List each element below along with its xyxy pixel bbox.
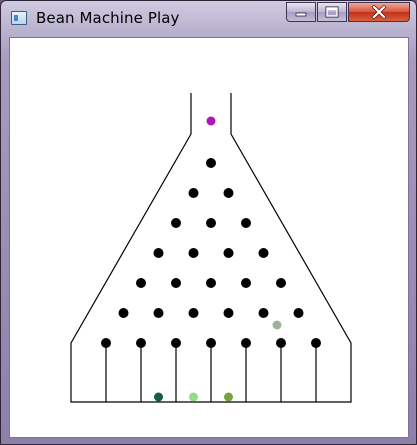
peg xyxy=(171,338,181,348)
peg xyxy=(241,338,251,348)
slot-ball-4 xyxy=(224,392,233,402)
close-button[interactable] xyxy=(348,2,410,22)
peg xyxy=(311,338,321,348)
maximize-button[interactable] xyxy=(317,2,347,22)
peg xyxy=(241,218,251,228)
app-window: Bean Machine Play xyxy=(0,0,417,445)
canvas-area xyxy=(9,37,409,438)
slot-ball-2 xyxy=(154,392,163,402)
peg xyxy=(118,308,129,318)
peg xyxy=(136,338,146,348)
app-icon[interactable] xyxy=(11,11,27,25)
title-bar[interactable]: Bean Machine Play xyxy=(1,1,416,37)
peg xyxy=(258,248,269,258)
peg xyxy=(206,278,216,288)
peg xyxy=(223,188,234,198)
peg xyxy=(101,338,111,348)
peg xyxy=(276,338,286,348)
peg xyxy=(171,278,181,288)
slot-dividers xyxy=(105,343,317,402)
peg xyxy=(136,278,146,288)
minimize-icon xyxy=(295,12,307,17)
peg xyxy=(206,338,216,348)
peg xyxy=(206,218,216,228)
moving-ball xyxy=(272,320,282,330)
peg xyxy=(293,308,304,318)
peg xyxy=(153,248,164,258)
ball-layer xyxy=(154,116,282,402)
falling-ball xyxy=(206,116,216,126)
window-title: Bean Machine Play xyxy=(36,9,180,27)
peg xyxy=(276,278,286,288)
peg xyxy=(223,248,234,258)
peg-grid xyxy=(101,158,321,348)
peg xyxy=(241,278,251,288)
peg xyxy=(188,308,199,318)
peg xyxy=(188,188,199,198)
peg xyxy=(258,308,269,318)
maximize-icon xyxy=(325,6,339,18)
slot-ball-3 xyxy=(189,392,198,402)
peg xyxy=(206,158,216,168)
minimize-button[interactable] xyxy=(286,2,316,22)
peg xyxy=(171,218,181,228)
bean-machine-board xyxy=(70,93,352,403)
peg xyxy=(153,308,164,318)
close-icon xyxy=(371,5,387,19)
peg xyxy=(223,308,234,318)
peg xyxy=(188,248,199,258)
